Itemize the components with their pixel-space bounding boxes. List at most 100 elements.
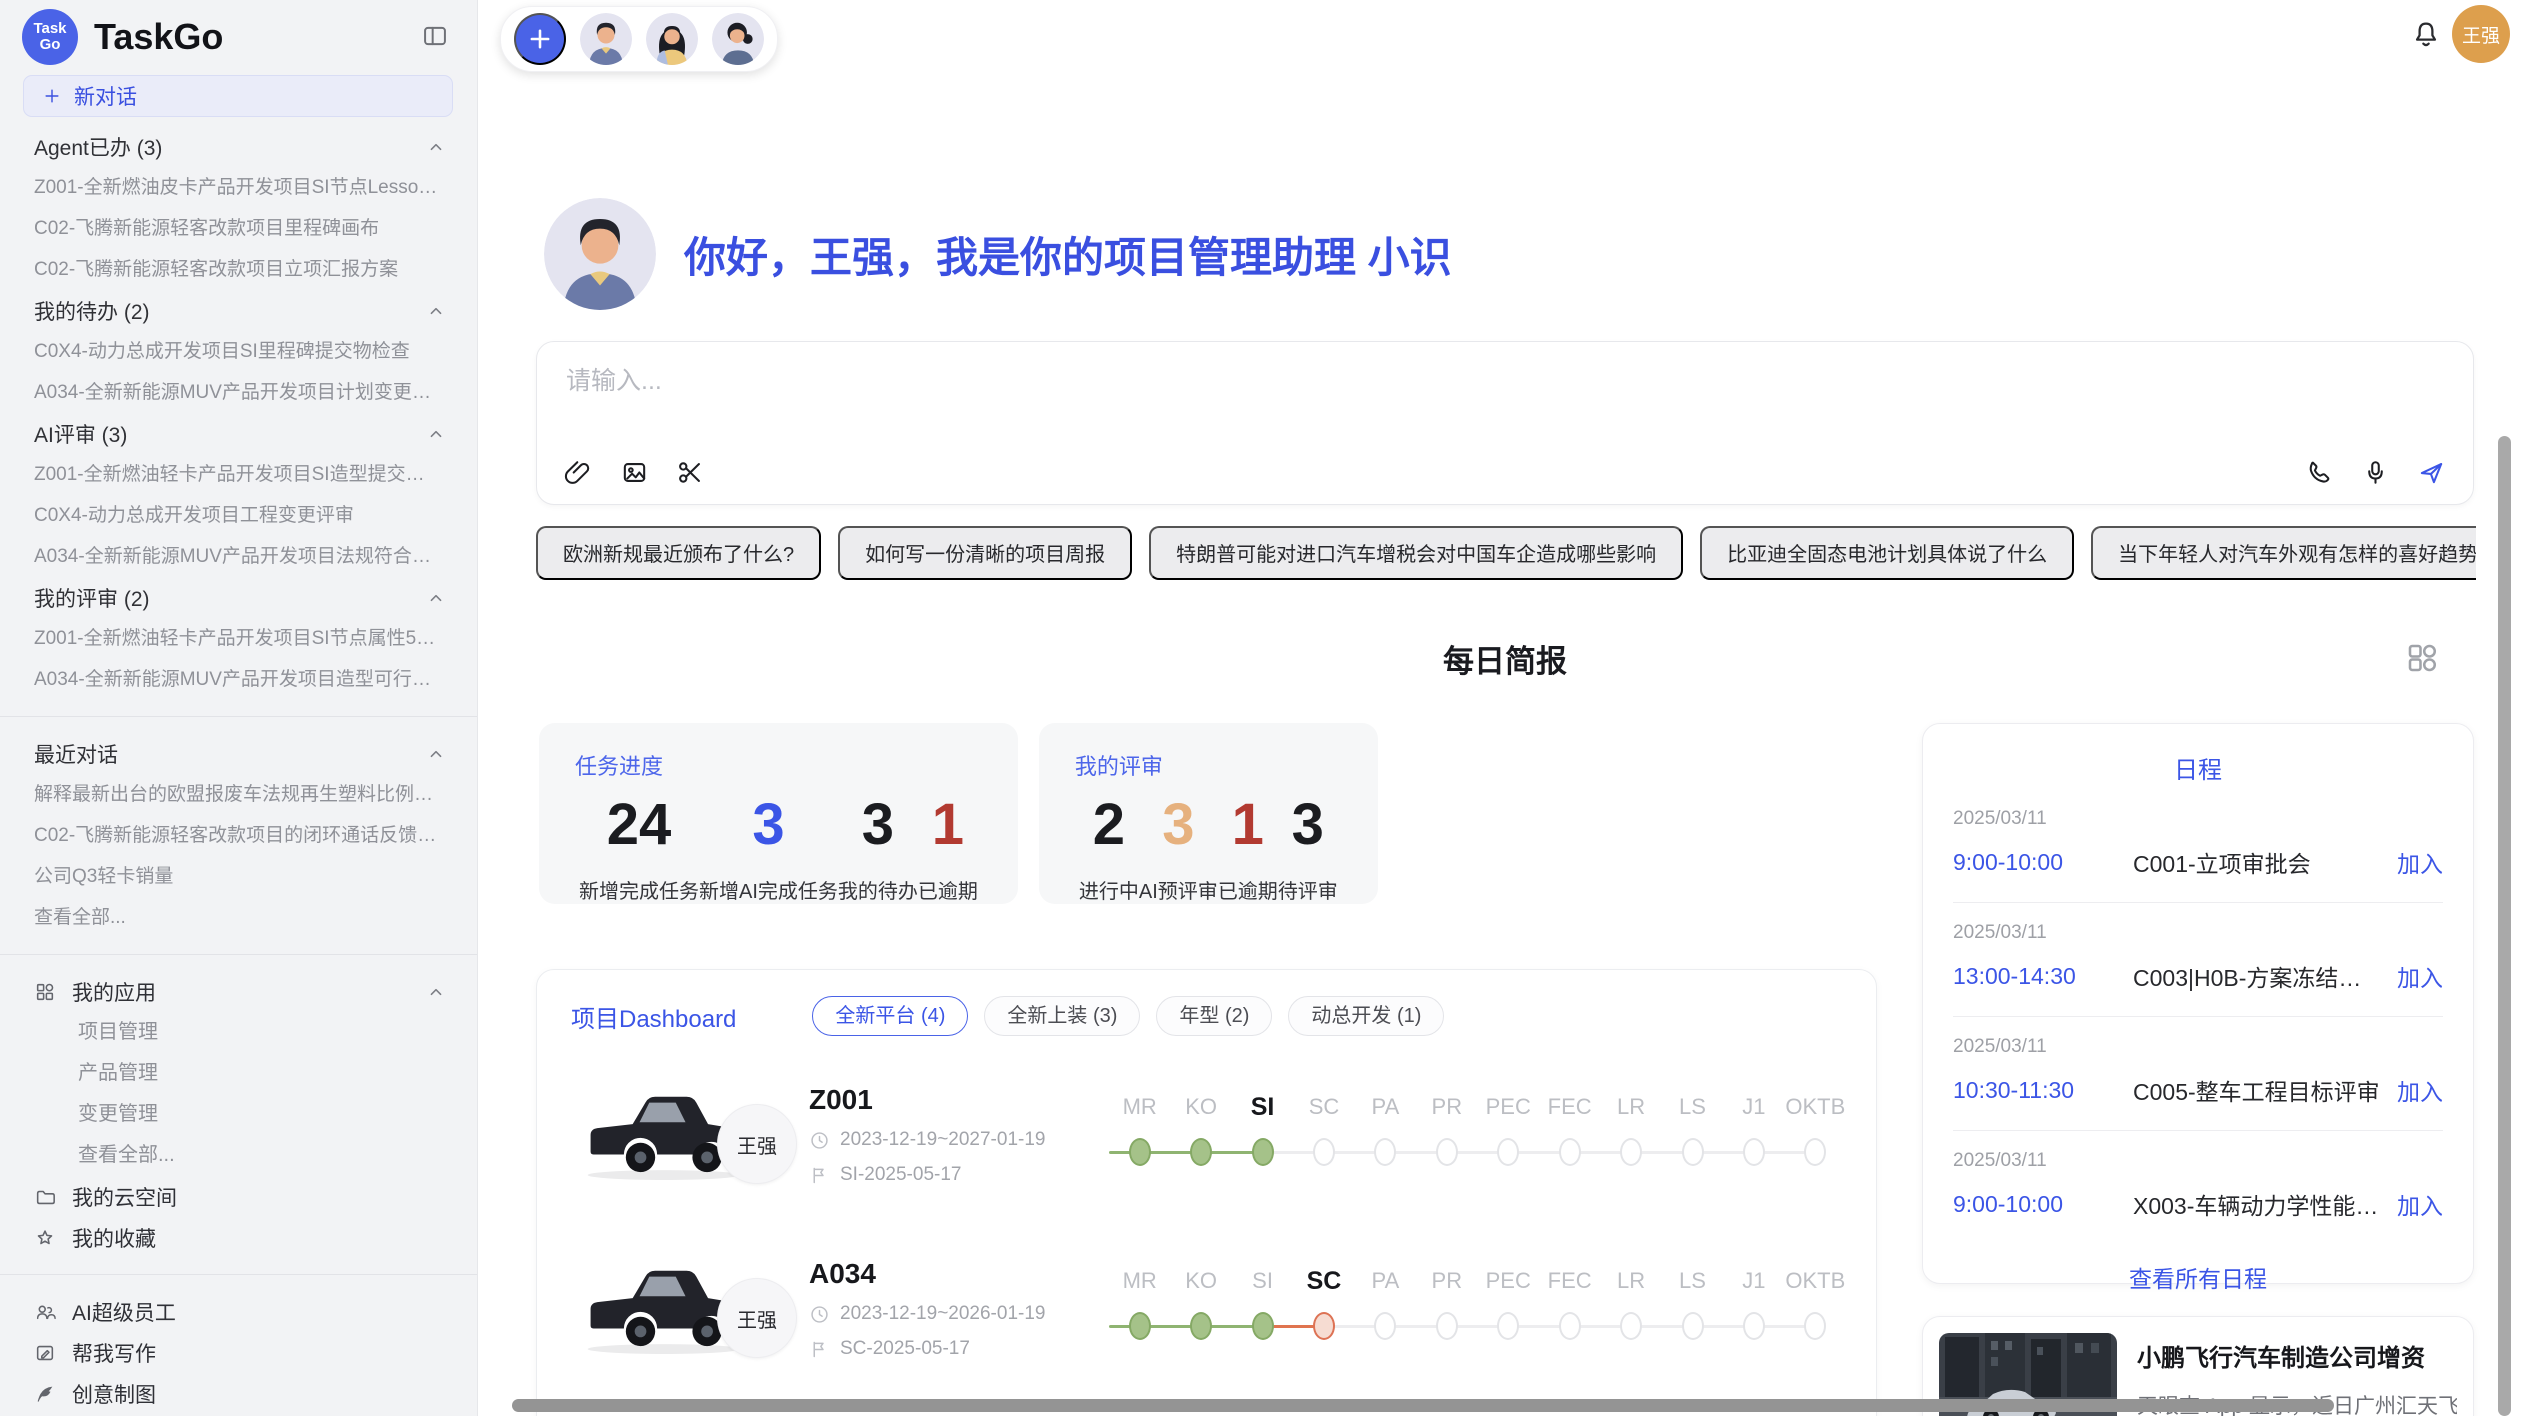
recent-header[interactable]: 最近对话 [0, 733, 477, 774]
project-info: Z001 2023-12-19~2027-01-19 SI-2025-05-17 [809, 1084, 1109, 1186]
milestone-node[interactable] [1497, 1312, 1519, 1340]
milestone-node[interactable] [1804, 1138, 1826, 1166]
chevron-up-icon[interactable] [425, 300, 447, 322]
task-item[interactable]: C0X4-动力总成开发项目工程变更评审 [0, 495, 477, 536]
milestone-node[interactable] [1252, 1312, 1274, 1340]
milestone-node[interactable] [1129, 1138, 1151, 1166]
chevron-up-icon[interactable] [425, 743, 447, 765]
view-all-schedule-link[interactable]: 查看所有日程 [1923, 1260, 2473, 1294]
task-item[interactable]: C02-飞腾新能源轻客改款项目里程碑画布 [0, 208, 477, 249]
milestone-node[interactable] [1804, 1312, 1826, 1340]
recent-conversation-item[interactable]: 公司Q3轻卡销量 [0, 856, 477, 897]
schedule-card: 日程 2025/03/11 9:00-10:00 C001-立项审批会 加入 2… [1922, 723, 2474, 1284]
milestone-node[interactable] [1682, 1138, 1704, 1166]
schedule-item: 2025/03/11 10:30-11:30 C005-整车工程目标评审 加入 [1953, 1017, 2443, 1131]
app-sub-item[interactable]: 查看全部... [0, 1135, 477, 1176]
task-item[interactable]: A034-全新新能源MUV产品开发项目计划变更表编写 [0, 372, 477, 413]
task-item[interactable]: C02-飞腾新能源轻客改款项目立项汇报方案 [0, 249, 477, 290]
join-link[interactable]: 加入 [2397, 1187, 2443, 1221]
add-agent-button[interactable] [514, 13, 566, 65]
mic-icon[interactable] [2361, 458, 2390, 487]
milestone-node[interactable] [1743, 1312, 1765, 1340]
logo-text-top: Task [33, 21, 66, 37]
task-item[interactable]: Z001-全新燃油轻卡产品开发项目SI节点属性5D文件评审 [0, 618, 477, 659]
join-link[interactable]: 加入 [2397, 845, 2443, 879]
agent-avatar-1[interactable] [580, 13, 632, 65]
sidebar-item-my-apps[interactable]: 我的应用 [0, 971, 477, 1012]
chevron-up-icon[interactable] [425, 981, 447, 1003]
composer-input[interactable] [564, 366, 2233, 397]
horizontal-scrollbar[interactable] [512, 1399, 2334, 1412]
scissors-icon[interactable] [676, 458, 705, 487]
task-item[interactable]: A034-全新新能源MUV产品开发项目法规符合性评审 [0, 536, 477, 577]
chevron-up-icon[interactable] [425, 136, 447, 158]
suggestion-chip[interactable]: 如何写一份清晰的项目周报 [838, 526, 1132, 580]
send-icon[interactable] [2417, 458, 2446, 487]
sidebar-item-creative-draw[interactable]: 创意制图 [0, 1373, 477, 1414]
milestone-node[interactable] [1190, 1138, 1212, 1166]
milestone-node[interactable] [1313, 1138, 1335, 1166]
task-item[interactable]: Z001-全新燃油轻卡产品开发项目SI造型提交物评审 [0, 454, 477, 495]
milestone-node[interactable] [1374, 1138, 1396, 1166]
user-avatar[interactable]: 王强 [2452, 5, 2510, 63]
sidebar-item-favorites[interactable]: 我的收藏 [0, 1217, 477, 1258]
section-header[interactable]: AI评审 (3) [0, 413, 477, 454]
project-row[interactable]: 王强 Z001 2023-12-19~2027-01-19 SI-2025-05… [537, 1060, 1876, 1210]
milestone-node[interactable] [1436, 1312, 1458, 1340]
sidebar-item-ai-staff[interactable]: AI超级员工 [0, 1291, 477, 1332]
milestone-node[interactable] [1743, 1138, 1765, 1166]
recent-conversation-item[interactable]: 解释最新出台的欧盟报废车法规再生塑料比例被调至15%... [0, 774, 477, 815]
app-sub-item[interactable]: 变更管理 [0, 1094, 477, 1135]
section-header[interactable]: Agent已办 (3) [0, 126, 477, 167]
suggestion-chip[interactable]: 特朗普可能对进口汽车增税会对中国车企造成哪些影响 [1149, 526, 1683, 580]
milestone-node[interactable] [1313, 1312, 1335, 1340]
suggestion-chip[interactable]: 欧洲新规最近颁布了什么? [536, 526, 821, 580]
new-chat-button[interactable]: 新对话 [23, 75, 453, 117]
milestone-node[interactable] [1436, 1138, 1458, 1166]
task-item[interactable]: C0X4-动力总成开发项目SI里程碑提交物检查 [0, 331, 477, 372]
notification-bell-icon[interactable] [2410, 18, 2442, 50]
app-title: TaskGo [94, 16, 223, 58]
sidebar-item-cloud-space[interactable]: 我的云空间 [0, 1176, 477, 1217]
stat-column: 3 AI预评审 [1139, 787, 1218, 904]
paperclip-icon[interactable] [564, 458, 593, 487]
milestone-node[interactable] [1497, 1138, 1519, 1166]
recent-conversation-item[interactable]: C02-飞腾新能源轻客改款项目的闭环通话反馈情况 [0, 815, 477, 856]
milestone-label: PEC [1478, 1091, 1539, 1123]
sidebar-item-write-help[interactable]: 帮我写作 [0, 1332, 477, 1373]
chevron-up-icon[interactable] [425, 587, 447, 609]
project-row[interactable]: 王强 A034 2023-12-19~2026-01-19 SC-2025-05… [537, 1234, 1876, 1384]
milestone-node[interactable] [1252, 1138, 1274, 1166]
milestone-node[interactable] [1129, 1312, 1151, 1340]
filter-pill[interactable]: 全新平台 (4) [812, 996, 968, 1036]
filter-pill[interactable]: 年型 (2) [1156, 996, 1272, 1036]
milestone-node[interactable] [1620, 1312, 1642, 1340]
phone-icon[interactable] [2305, 458, 2334, 487]
agent-avatar-3[interactable] [712, 13, 764, 65]
image-icon[interactable] [620, 458, 649, 487]
milestone-node[interactable] [1190, 1312, 1212, 1340]
app-sub-item[interactable]: 产品管理 [0, 1053, 477, 1094]
app-sub-item[interactable]: 项目管理 [0, 1012, 477, 1053]
vertical-scrollbar[interactable] [2498, 436, 2511, 1416]
sidebar-collapse-icon[interactable] [421, 22, 449, 50]
recent-conversation-item[interactable]: 查看全部... [0, 897, 477, 938]
task-item[interactable]: Z001-全新燃油皮卡产品开发项目SI节点Lesson Learn报告 [0, 167, 477, 208]
milestone-node[interactable] [1682, 1312, 1704, 1340]
section-header[interactable]: 我的评审 (2) [0, 577, 477, 618]
suggestion-chip[interactable]: 比亚迪全固态电池计划具体说了什么 [1700, 526, 2074, 580]
brief-layout-icon[interactable] [2404, 640, 2440, 676]
section-header[interactable]: 我的待办 (2) [0, 290, 477, 331]
join-link[interactable]: 加入 [2397, 1073, 2443, 1107]
chevron-up-icon[interactable] [425, 423, 447, 445]
filter-pill[interactable]: 全新上装 (3) [984, 996, 1140, 1036]
task-item[interactable]: A034-全新新能源MUV产品开发项目造型可行性评审 [0, 659, 477, 700]
join-link[interactable]: 加入 [2397, 959, 2443, 993]
milestone-node[interactable] [1374, 1312, 1396, 1340]
filter-pill[interactable]: 动总开发 (1) [1288, 996, 1444, 1036]
milestone-node[interactable] [1559, 1312, 1581, 1340]
agent-avatar-2[interactable] [646, 13, 698, 65]
suggestion-chip[interactable]: 当下年轻人对汽车外观有怎样的喜好趋势 [2091, 526, 2476, 580]
milestone-node[interactable] [1620, 1138, 1642, 1166]
milestone-node[interactable] [1559, 1138, 1581, 1166]
